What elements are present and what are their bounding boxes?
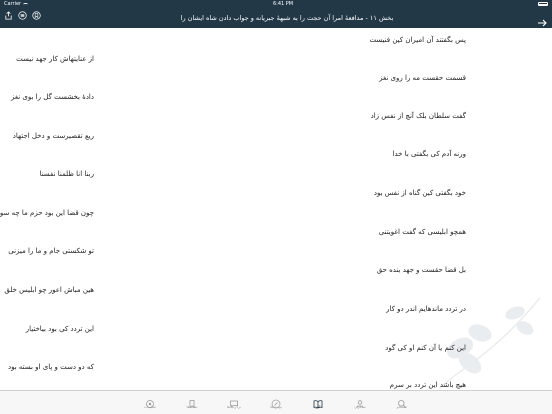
verse-line: که دو دست و پای او بسته بود (7, 363, 94, 371)
verse-line: قسمت حقست مه را روی نغز (379, 74, 466, 82)
verse-line: این کنم یا آن کنم او کی گود (385, 344, 466, 352)
verse-line: تو شکستی جام و ما را میزنی (8, 247, 94, 255)
settings-icon (145, 394, 155, 408)
verse-line: چون قضا این بود حزم ما چه سود (0, 209, 94, 217)
verse-line: بل قضا حقست و جهد بنده حق (376, 266, 466, 274)
nav-actions (4, 11, 41, 20)
verse-line: دادهٔ بخشست گل را بوی نغز (11, 93, 94, 101)
tab-label: تنظیمات (143, 405, 157, 409)
nav-bar: بخش ۱۱ - مدافعهٔ امرا آن حجت را به شبههٔ… (0, 8, 552, 28)
verse-line: این تردد کی بود بیاختیار (25, 325, 94, 333)
battery-icon (537, 2, 548, 6)
search-icon (397, 394, 407, 409)
status-bar: Carrier 6:41 PM (0, 0, 552, 8)
verse-line: پس بگفتند آن امیران کین فنیست (369, 36, 466, 44)
verse-line: ورنه آدم کی بگفتی با خدا (392, 150, 466, 158)
book-icon (313, 394, 323, 409)
verse-line: گفت سلطان بلک آنچ از نفس زاد (370, 112, 466, 120)
user-icon (355, 394, 365, 408)
page-title: بخش ۱۱ - مدافعهٔ امرا آن حجت را به شبههٔ… (180, 14, 394, 22)
bookmark-icon (187, 394, 197, 409)
tab-bookmarks[interactable]: نشانه‌ها (180, 394, 204, 414)
verse-line: در تردد ماندهایم اندر دو کار (386, 305, 466, 313)
status-time: 6:41 PM (272, 1, 294, 7)
verse-line: هیچ باشد این تردد بر سرم (389, 381, 466, 389)
verse-line: همچو ابلیسی که گفت اغویتنی (378, 228, 466, 236)
flower-decoration (439, 297, 541, 389)
tab-bar: تنظیمات نشانه‌ها برگزیده‌ها نوشته‌ها آثا… (0, 390, 552, 414)
tab-label: جستجو (396, 405, 408, 409)
tab-settings[interactable]: تنظیمات (138, 394, 162, 414)
list-icon[interactable] (18, 11, 27, 20)
verse-line: ریع تقصیرست و دخل اجتهاد (12, 132, 94, 140)
verse-line: از عنایتهاش کار جهد نیست (16, 55, 94, 63)
pen-icon (271, 394, 281, 409)
carrier-label: Carrier (4, 1, 22, 7)
wifi-icon (23, 2, 29, 6)
tab-label: شاعران (354, 405, 366, 409)
arrow-right-icon[interactable] (537, 13, 547, 27)
verse-line: خود بگفتی کین گناه از نفس بود (373, 189, 466, 197)
verse-line: هین مباش اعور چو ابلیس خلق (4, 286, 94, 294)
poem-content: پس بگفتند آن امیران کین فنیست قسمت حقست … (0, 28, 552, 390)
share-icon[interactable] (4, 11, 13, 20)
tab-search[interactable]: جستجو (390, 394, 414, 414)
tab-poets[interactable]: شاعران (348, 394, 372, 414)
tab-label: نوشته‌ها (270, 405, 282, 409)
chat-icon (229, 394, 239, 408)
tab-label: آثار (315, 405, 321, 409)
tab-label: برگزیده‌ها (226, 405, 242, 409)
tab-favorites[interactable]: برگزیده‌ها (222, 394, 246, 414)
tab-label: نشانه‌ها (186, 405, 198, 409)
tab-notes[interactable]: نوشته‌ها (264, 394, 288, 414)
verse-line: ربنا انا ظلمنا نفسنا (39, 170, 94, 178)
tab-works[interactable]: آثار (306, 394, 330, 414)
